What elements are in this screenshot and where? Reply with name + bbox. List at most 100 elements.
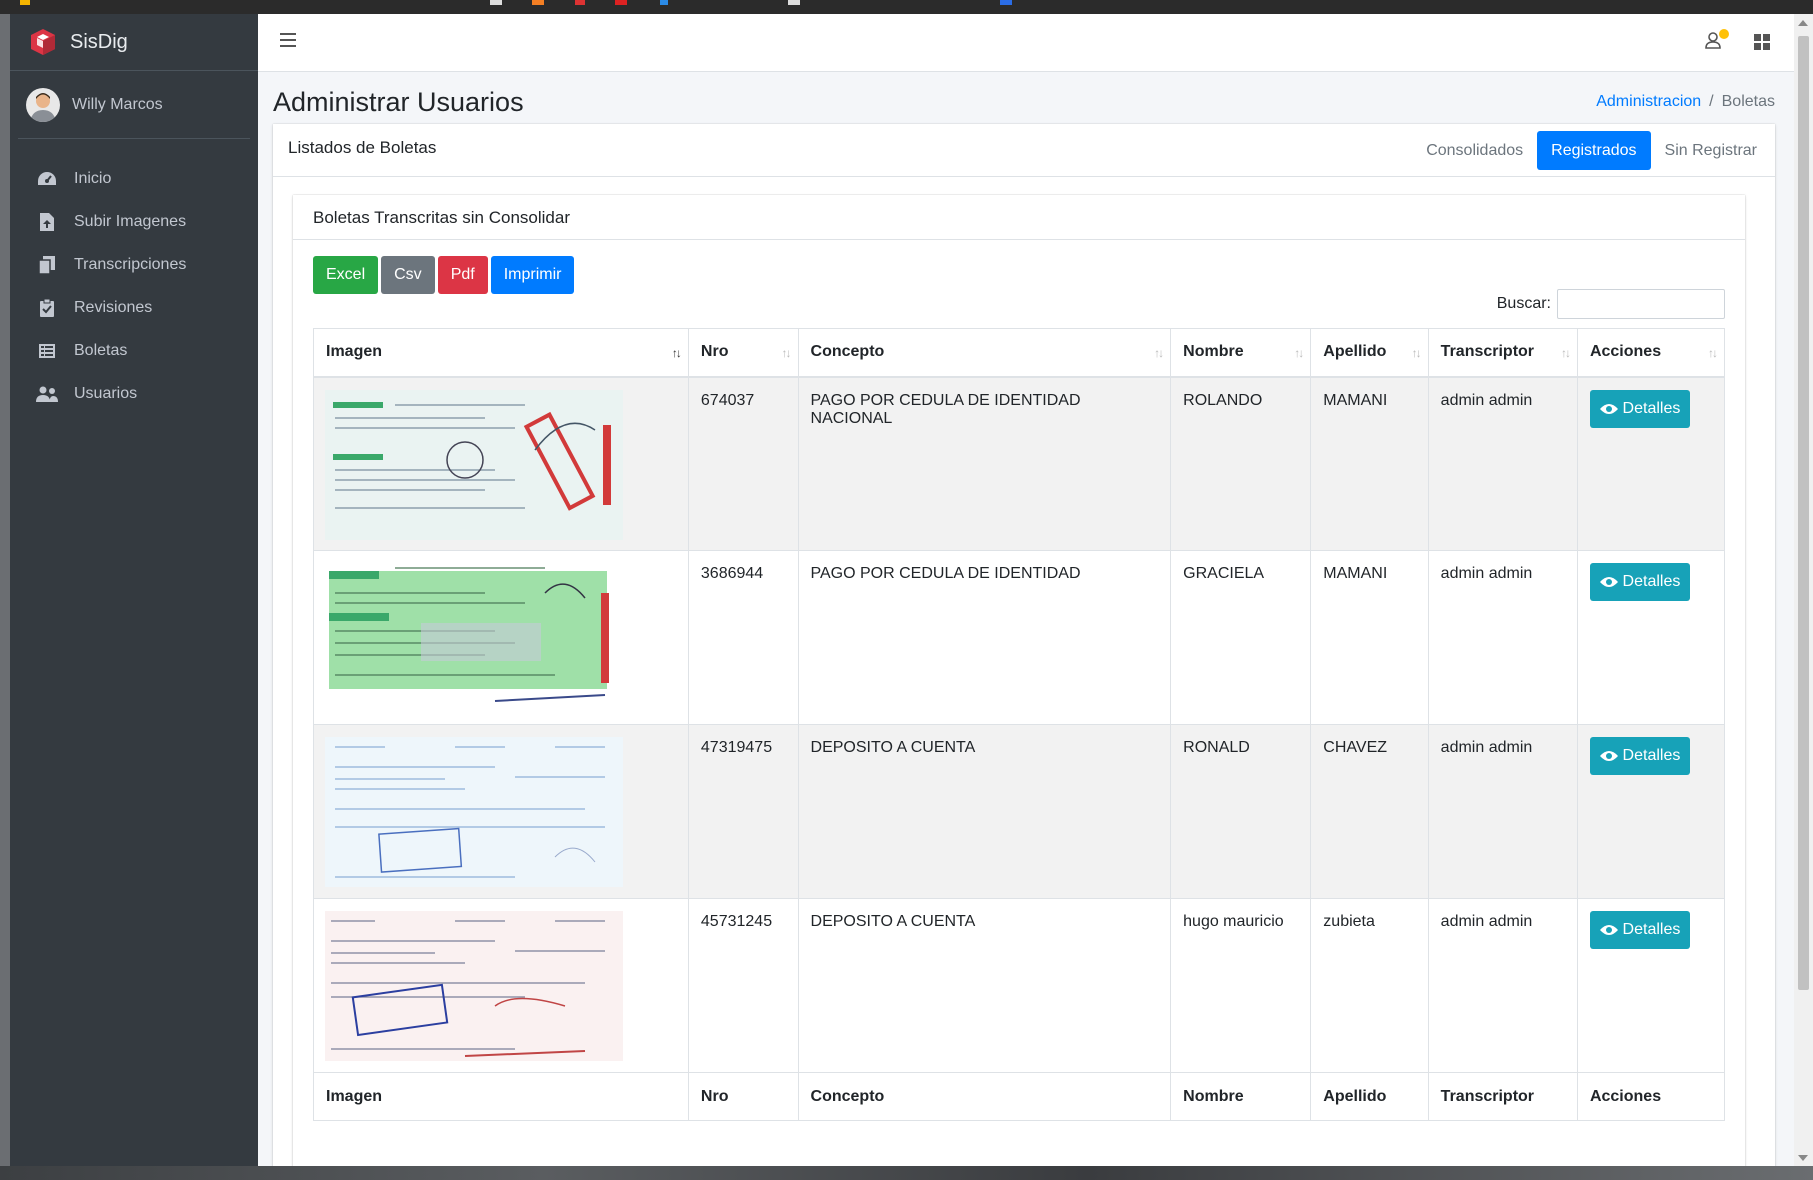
- scroll-up-arrow-icon[interactable]: [1798, 20, 1808, 26]
- cell-acciones: Detalles: [1576, 724, 1726, 899]
- cell-nro: 3686944: [687, 550, 799, 725]
- user-menu-icon[interactable]: [1705, 29, 1729, 53]
- pdf-button[interactable]: Pdf: [437, 256, 488, 294]
- column-header-concepto[interactable]: Concepto ↑↓: [797, 328, 1172, 378]
- eye-icon: [1599, 577, 1618, 587]
- users-icon: [36, 384, 58, 404]
- copy-icon: [36, 255, 58, 275]
- receipt-image[interactable]: [325, 389, 623, 540]
- boletas-table-card: Boletas Transcritas sin Consolidar Excel…: [293, 195, 1745, 1166]
- details-button[interactable]: Detalles: [1589, 911, 1690, 949]
- search-box: Buscar:: [1497, 289, 1725, 319]
- scroll-down-arrow-icon[interactable]: [1798, 1155, 1808, 1161]
- brand-name: SisDig: [70, 30, 128, 53]
- cube-logo-icon: [31, 29, 55, 55]
- eye-icon: [1599, 751, 1618, 761]
- table-row: 674037 PAGO POR CEDULA DE IDENTIDAD NACI…: [313, 376, 1726, 551]
- tab-consolidados[interactable]: Consolidados: [1412, 131, 1537, 170]
- breadcrumb-current: Boletas: [1721, 93, 1775, 110]
- top-navbar: [258, 14, 1794, 72]
- cell-concepto: PAGO POR CEDULA DE IDENTIDAD: [797, 550, 1172, 725]
- page-scrollbar[interactable]: [1794, 14, 1813, 1166]
- cell-transcriptor: admin admin: [1427, 550, 1578, 725]
- dashboard-icon: [36, 169, 58, 189]
- desktop-background-strip: [0, 1166, 1813, 1180]
- sidebar-item-subir-imagenes[interactable]: Subir Imagenes: [10, 200, 258, 243]
- main-content: Administrar Usuarios Administracion / Bo…: [258, 14, 1794, 1166]
- cell-nro: 45731245: [687, 898, 799, 1073]
- sidebar-item-inicio[interactable]: Inicio: [10, 157, 258, 200]
- table-row: 47319475 DEPOSITO A CUENTA RONALD CHAVEZ…: [313, 724, 1726, 899]
- cell-transcriptor: admin admin: [1427, 898, 1578, 1073]
- page-title: Administrar Usuarios: [273, 87, 524, 117]
- search-label: Buscar:: [1496, 295, 1551, 312]
- footer-concepto: Concepto: [797, 1072, 1172, 1121]
- notification-badge: [1719, 29, 1729, 39]
- cell-imagen: [313, 550, 689, 725]
- column-header-nombre[interactable]: Nombre ↑↓: [1170, 328, 1312, 378]
- sidebar-item-label: Subir Imagenes: [74, 212, 187, 230]
- sidebar: SisDig Willy Marcos Inicio Subir Imagene…: [10, 14, 258, 1166]
- column-header-acciones[interactable]: Acciones ↑↓: [1576, 328, 1726, 378]
- receipt-image[interactable]: [325, 563, 623, 713]
- card-title: Listados de Boletas: [288, 138, 437, 157]
- sidebar-item-usuarios[interactable]: Usuarios: [10, 372, 258, 415]
- search-input[interactable]: [1557, 289, 1725, 319]
- cell-nombre: hugo mauricio: [1170, 898, 1312, 1073]
- cell-concepto: DEPOSITO A CUENTA: [797, 724, 1172, 899]
- cell-imagen: [313, 724, 689, 899]
- excel-button[interactable]: Excel: [313, 256, 379, 294]
- sort-icon: ↑↓: [1154, 346, 1164, 360]
- apps-grid-icon[interactable]: [1754, 34, 1770, 50]
- cell-imagen: [313, 898, 689, 1073]
- menu-toggle-icon[interactable]: [280, 33, 296, 47]
- details-button[interactable]: Detalles: [1589, 737, 1690, 775]
- print-button[interactable]: Imprimir: [490, 256, 575, 294]
- column-header-apellido[interactable]: Apellido ↑↓: [1310, 328, 1429, 378]
- cell-nro: 674037: [687, 376, 799, 551]
- scroll-thumb[interactable]: [1798, 36, 1809, 990]
- sidebar-item-revisiones[interactable]: Revisiones: [10, 286, 258, 329]
- sort-icon: ↑↓: [1708, 346, 1718, 360]
- table-row: 45731245 DEPOSITO A CUENTA hugo mauricio…: [313, 898, 1726, 1073]
- footer-acciones: Acciones: [1576, 1072, 1726, 1121]
- brand[interactable]: SisDig: [10, 14, 258, 71]
- breadcrumb-link-administracion[interactable]: Administracion: [1596, 93, 1701, 111]
- cell-apellido: zubieta: [1310, 898, 1429, 1073]
- cell-apellido: MAMANI: [1310, 376, 1429, 551]
- tab-registrados[interactable]: Registrados: [1537, 131, 1651, 170]
- tab-sin-registrar[interactable]: Sin Registrar: [1651, 131, 1771, 170]
- file-upload-icon: [36, 212, 58, 232]
- sidebar-item-transcripciones[interactable]: Transcripciones: [10, 243, 258, 286]
- sidebar-item-boletas[interactable]: Boletas: [10, 329, 258, 372]
- details-button[interactable]: Detalles: [1589, 563, 1690, 601]
- user-panel[interactable]: Willy Marcos: [18, 71, 250, 139]
- footer-imagen: Imagen: [313, 1072, 689, 1121]
- column-header-transcriptor[interactable]: Transcriptor ↑↓: [1427, 328, 1578, 378]
- footer-transcriptor: Transcriptor: [1427, 1072, 1578, 1121]
- eye-icon: [1599, 925, 1618, 935]
- cell-acciones: Detalles: [1576, 898, 1726, 1073]
- export-buttons: Excel Csv Pdf Imprimir: [313, 256, 575, 294]
- details-button[interactable]: Detalles: [1589, 389, 1690, 428]
- breadcrumb: Administracion / Boletas: [1596, 93, 1775, 111]
- csv-button[interactable]: Csv: [381, 256, 435, 294]
- cell-acciones: Detalles: [1576, 550, 1726, 725]
- cell-concepto: DEPOSITO A CUENTA: [797, 898, 1172, 1073]
- cell-nombre: ROLANDO: [1170, 376, 1312, 551]
- avatar: [26, 87, 60, 122]
- sidebar-item-label: Usuarios: [74, 384, 138, 402]
- sort-icon: ↑↓: [1411, 346, 1422, 360]
- clipboard-check-icon: [36, 298, 58, 318]
- cell-transcriptor: admin admin: [1427, 376, 1578, 551]
- sort-icon: ↑↓: [1294, 346, 1304, 360]
- column-header-nro[interactable]: Nro ↑↓: [687, 328, 799, 378]
- table-header-row: Imagen ↑↓ Nro ↑↓ Concepto ↑↓ Nombre ↑↓ Apell…: [313, 328, 1726, 378]
- cell-apellido: MAMANI: [1310, 550, 1429, 725]
- receipt-image[interactable]: [325, 737, 623, 887]
- receipt-image[interactable]: [325, 911, 623, 1061]
- browser-bookmarks-strip: [0, 0, 1813, 14]
- sidebar-nav: Inicio Subir Imagenes Transcripciones Re…: [10, 139, 258, 415]
- column-header-imagen[interactable]: Imagen ↑↓: [313, 328, 689, 378]
- sort-icon: ↑↓: [1560, 346, 1571, 360]
